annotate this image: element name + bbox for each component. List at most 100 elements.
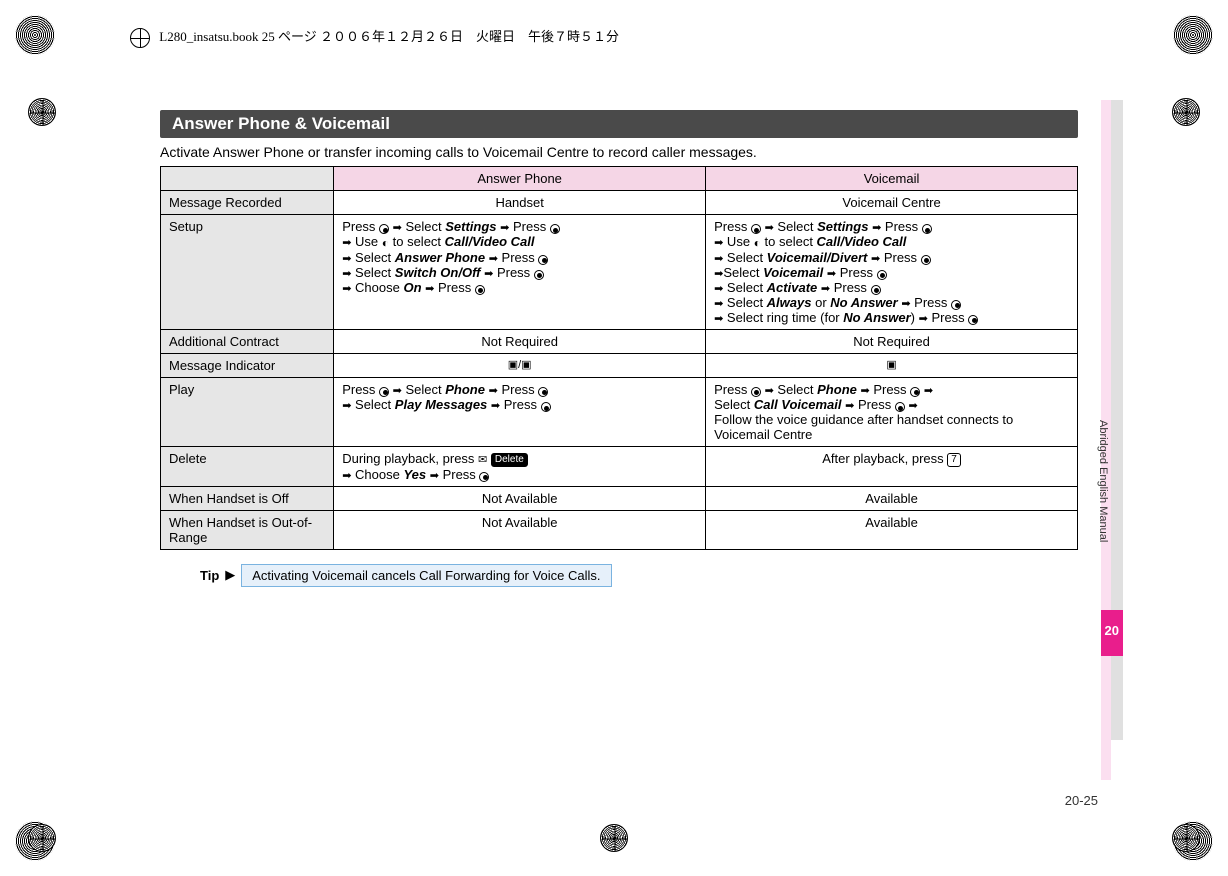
arrow-icon: ➡ xyxy=(714,252,723,265)
table-row: Additional Contract Not Required Not Req… xyxy=(161,329,1078,353)
arrow-icon: ➡ xyxy=(489,384,498,397)
arrow-icon: ➡ xyxy=(908,399,917,412)
center-key-icon xyxy=(968,315,978,325)
arrow-icon: ➡ xyxy=(714,297,723,310)
chapter-number: 20 xyxy=(1105,623,1119,638)
center-key-icon xyxy=(541,402,551,412)
arrow-icon: ➡ xyxy=(765,384,774,397)
arrow-icon: ➡ xyxy=(491,399,500,412)
arrow-icon: ➡ xyxy=(924,384,933,397)
meta-text: L280_insatsu.book 25 ページ ２００６年１２月２６日 火曜日… xyxy=(159,29,619,44)
table-head-blank xyxy=(161,167,334,191)
tip-arrow-icon: ▶ xyxy=(225,567,235,583)
center-key-icon xyxy=(910,387,920,397)
arrow-icon: ➡ xyxy=(872,221,881,234)
arrow-icon: ➡ xyxy=(714,312,723,325)
table-col-answer: Answer Phone xyxy=(334,167,706,191)
cell-answer: Not Available xyxy=(334,486,706,510)
dpad-icon: ◐ xyxy=(754,236,761,250)
section-intro: Activate Answer Phone or transfer incomi… xyxy=(160,144,1078,160)
center-key-icon xyxy=(751,387,761,397)
cell-answer: Handset xyxy=(334,191,706,215)
cell-voicemail: Available xyxy=(706,486,1078,510)
center-key-icon xyxy=(550,224,560,234)
side-tab: Abridged English Manual 20 xyxy=(1101,100,1123,780)
cell-answer: Not Required xyxy=(334,329,706,353)
center-key-icon xyxy=(877,270,887,280)
center-key-icon xyxy=(479,472,489,482)
arrow-icon: ➡ xyxy=(827,267,836,280)
table-row: Setup Press ➡ Select Settings ➡ Press ➡ … xyxy=(161,215,1078,330)
crop-mark xyxy=(28,98,56,126)
cell-answer: Not Available xyxy=(334,510,706,549)
row-head: Additional Contract xyxy=(161,329,334,353)
registration-mark xyxy=(15,15,55,55)
table-row: Play Press ➡ Select Phone ➡ Press ➡ Sele… xyxy=(161,377,1078,446)
table-row: When Handset is Off Not Available Availa… xyxy=(161,486,1078,510)
tape-icon: ▣ xyxy=(508,359,518,371)
delete-softkey-icon: Delete xyxy=(491,453,528,467)
arrow-icon: ➡ xyxy=(845,399,854,412)
cell-answer: During playback, press ✉ Delete ➡ Choose… xyxy=(334,447,706,487)
side-tab-label: Abridged English Manual xyxy=(1097,420,1109,542)
crop-mark xyxy=(1172,824,1200,852)
arrow-icon: ➡ xyxy=(484,267,493,280)
row-head: Message Indicator xyxy=(161,353,334,377)
row-head: Setup xyxy=(161,215,334,330)
row-head: Delete xyxy=(161,447,334,487)
cell-answer: ▣/▣ xyxy=(334,353,706,377)
center-key-icon xyxy=(538,255,548,265)
arrow-icon: ➡ xyxy=(714,236,723,249)
center-key-icon xyxy=(751,224,761,234)
row-head: When Handset is Off xyxy=(161,486,334,510)
tip-row: Tip ▶ Activating Voicemail cancels Call … xyxy=(160,564,1078,587)
crop-mark xyxy=(28,824,56,852)
cell-voicemail: Press ➡ Select Settings ➡ Press ➡ Use ◐ … xyxy=(706,215,1078,330)
arrow-icon: ➡ xyxy=(489,252,498,265)
tip-text: Activating Voicemail cancels Call Forwar… xyxy=(241,564,611,587)
dpad-icon: ◐ xyxy=(382,236,389,250)
arrow-icon: ➡ xyxy=(861,384,870,397)
center-key-icon xyxy=(895,402,905,412)
crop-mark xyxy=(1172,98,1200,126)
center-key-icon xyxy=(921,255,931,265)
arrow-icon: ➡ xyxy=(919,312,928,325)
center-key-icon xyxy=(538,387,548,397)
row-head: Message Recorded xyxy=(161,191,334,215)
arrow-icon: ➡ xyxy=(714,267,723,280)
arrow-icon: ➡ xyxy=(714,282,723,295)
center-key-icon xyxy=(534,270,544,280)
section-title: Answer Phone & Voicemail xyxy=(160,110,1078,138)
comparison-table: Answer Phone Voicemail Message Recorded … xyxy=(160,166,1078,550)
cell-voicemail: Voicemail Centre xyxy=(706,191,1078,215)
cell-voicemail: Not Required xyxy=(706,329,1078,353)
table-row: Message Indicator ▣/▣ ▣ xyxy=(161,353,1078,377)
page-number: 20-25 xyxy=(1065,793,1098,808)
arrow-icon: ➡ xyxy=(901,297,910,310)
center-key-icon xyxy=(871,285,881,295)
tip-label: Tip xyxy=(200,568,219,583)
cell-voicemail: After playback, press 7 xyxy=(706,447,1078,487)
cell-voicemail: ▣ xyxy=(706,353,1078,377)
arrow-icon: ➡ xyxy=(393,384,402,397)
cell-voicemail: Available xyxy=(706,510,1078,549)
page-content: Answer Phone & Voicemail Activate Answer… xyxy=(160,110,1078,587)
print-meta-line: L280_insatsu.book 25 ページ ２００６年１２月２６日 火曜日… xyxy=(130,26,619,48)
crop-mark xyxy=(600,824,628,852)
arrow-icon: ➡ xyxy=(430,469,439,482)
center-key-icon xyxy=(475,285,485,295)
registration-mark xyxy=(1173,15,1213,55)
center-key-icon xyxy=(951,300,961,310)
table-row: Delete During playback, press ✉ Delete ➡… xyxy=(161,447,1078,487)
center-key-icon xyxy=(379,387,389,397)
row-head: Play xyxy=(161,377,334,446)
center-key-icon xyxy=(379,224,389,234)
arrow-icon: ➡ xyxy=(821,282,830,295)
cell-voicemail: Press ➡ Select Phone ➡ Press ➡ Select Ca… xyxy=(706,377,1078,446)
arrow-icon: ➡ xyxy=(393,221,402,234)
cell-answer: Press ➡ Select Phone ➡ Press ➡ Select Pl… xyxy=(334,377,706,446)
table-row: When Handset is Out-of-Range Not Availab… xyxy=(161,510,1078,549)
tape-icon: ▣ xyxy=(521,359,531,371)
meta-bullet-icon xyxy=(130,28,150,48)
keypad-7-icon: 7 xyxy=(947,453,961,467)
